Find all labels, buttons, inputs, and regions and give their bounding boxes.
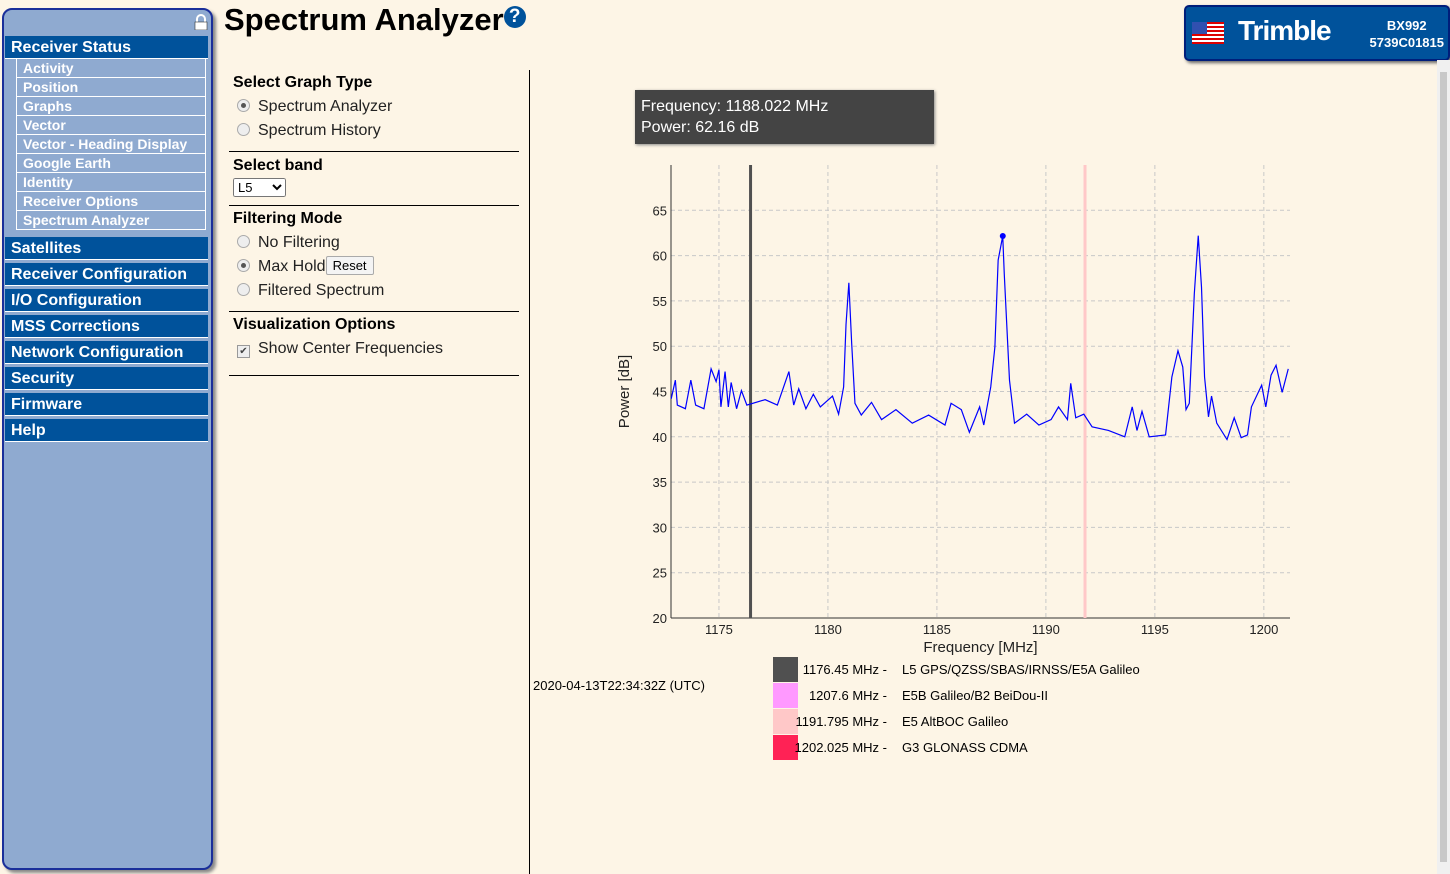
graph-type-heading: Select Graph Type	[233, 74, 373, 91]
lock-icon[interactable]	[194, 14, 208, 30]
x-tick-label: 1185	[923, 622, 951, 637]
panel-divider	[529, 70, 530, 874]
sidebar-section[interactable]: Receiver Status	[5, 36, 208, 59]
sidebar-section[interactable]: Satellites	[5, 237, 208, 260]
x-axis-label: Frequency [MHz]	[923, 639, 1037, 656]
sidebar-section[interactable]: Help	[5, 419, 208, 442]
sidebar-item[interactable]: Vector	[16, 116, 206, 135]
timestamp: 2020-04-13T22:34:32Z (UTC)	[533, 678, 705, 693]
y-tick-label: 65	[653, 203, 667, 218]
radio-icon[interactable]	[237, 99, 250, 112]
x-tick-label: 1190	[1032, 622, 1060, 637]
x-tick-label: 1195	[1141, 622, 1169, 637]
vertical-scrollbar[interactable]	[1437, 60, 1450, 874]
page-title: Spectrum Analyzer?	[224, 2, 526, 38]
y-axis-label: Power [dB]	[616, 355, 633, 428]
radio-icon[interactable]	[237, 283, 250, 296]
graph-type-group: Select Graph Type Spectrum Analyzer Spec…	[229, 70, 519, 152]
radio-filtered-spectrum[interactable]: Filtered Spectrum	[233, 279, 515, 303]
sidebar-item[interactable]: Receiver Options	[16, 192, 206, 211]
chart-tooltip: Frequency: 1188.022 MHz Power: 62.16 dB	[635, 90, 934, 144]
x-tick-label: 1200	[1249, 622, 1278, 637]
radio-max-hold[interactable]: Max Hold Reset	[233, 255, 515, 279]
spectrum-chart[interactable]: 20 25 30 35 40 45 50 55 60 65 1175 1180 1185 1190 1195…	[600, 150, 1300, 660]
sidebar-item[interactable]: Spectrum Analyzer	[16, 211, 206, 230]
y-tick-label: 35	[653, 475, 667, 490]
controls-panel: Select Graph Type Spectrum Analyzer Spec…	[229, 70, 519, 376]
filtering-group: Filtering Mode No Filtering Max Hold Rese…	[229, 206, 519, 312]
trimble-logo-banner: Trimble BX992 5739C01815	[1184, 5, 1450, 61]
y-tick-label: 20	[653, 611, 667, 626]
sidebar-item[interactable]: Vector - Heading Display	[16, 135, 206, 154]
radio-spectrum-history[interactable]: Spectrum History	[233, 119, 515, 143]
sidebar-item[interactable]: Position	[16, 78, 206, 97]
y-tick-label: 45	[653, 385, 667, 400]
x-tick-label: 1175	[705, 622, 733, 637]
sidebar-section[interactable]: Security	[5, 367, 208, 390]
checkbox-icon[interactable]: ✔	[237, 345, 250, 358]
us-flag-icon[interactable]	[1192, 22, 1224, 44]
band-heading: Select band	[233, 157, 323, 174]
spectrum-line	[670, 235, 1289, 441]
radio-icon[interactable]	[237, 123, 250, 136]
sidebar-section[interactable]: MSS Corrections	[5, 315, 208, 338]
scrollbar-thumb[interactable]	[1440, 72, 1447, 862]
radio-spectrum-analyzer[interactable]: Spectrum Analyzer	[233, 95, 515, 119]
sidebar-section[interactable]: Network Configuration	[5, 341, 208, 364]
y-tick-label: 55	[653, 294, 667, 309]
help-icon[interactable]: ?	[503, 6, 526, 28]
band-select[interactable]: L5	[233, 178, 286, 197]
y-tick-label: 50	[653, 339, 667, 354]
band-group: Select band L5	[229, 152, 519, 206]
sidebar-item[interactable]: Activity	[16, 59, 206, 78]
sidebar-section[interactable]: Firmware	[5, 393, 208, 416]
y-tick-label: 60	[653, 249, 667, 264]
y-tick-label: 25	[653, 566, 667, 581]
sidebar-item[interactable]: Identity	[16, 173, 206, 192]
filtering-heading: Filtering Mode	[233, 210, 343, 227]
visualization-group: Visualization Options ✔ Show Center Frequ…	[229, 312, 519, 376]
sidebar-section[interactable]: Receiver Configuration	[5, 263, 208, 286]
y-tick-label: 30	[653, 520, 667, 535]
highlight-point[interactable]	[999, 233, 1006, 240]
radio-icon[interactable]	[237, 235, 250, 248]
y-tick-label: 40	[653, 430, 667, 445]
radio-icon[interactable]	[237, 259, 250, 272]
brand-logo: Trimble	[1238, 15, 1332, 46]
radio-no-filtering[interactable]: No Filtering	[233, 231, 515, 255]
sidebar-item[interactable]: Graphs	[16, 97, 206, 116]
x-tick-label: 1180	[814, 622, 842, 637]
sidebar-section[interactable]: I/O Configuration	[5, 289, 208, 312]
checkbox-show-center-frequencies[interactable]: ✔ Show Center Frequencies	[233, 337, 515, 361]
sidebar-item[interactable]: Google Earth	[16, 154, 206, 173]
device-info: BX992 5739C01815	[1369, 18, 1444, 50]
reset-button[interactable]: Reset	[325, 256, 374, 275]
visualization-heading: Visualization Options	[233, 316, 396, 333]
